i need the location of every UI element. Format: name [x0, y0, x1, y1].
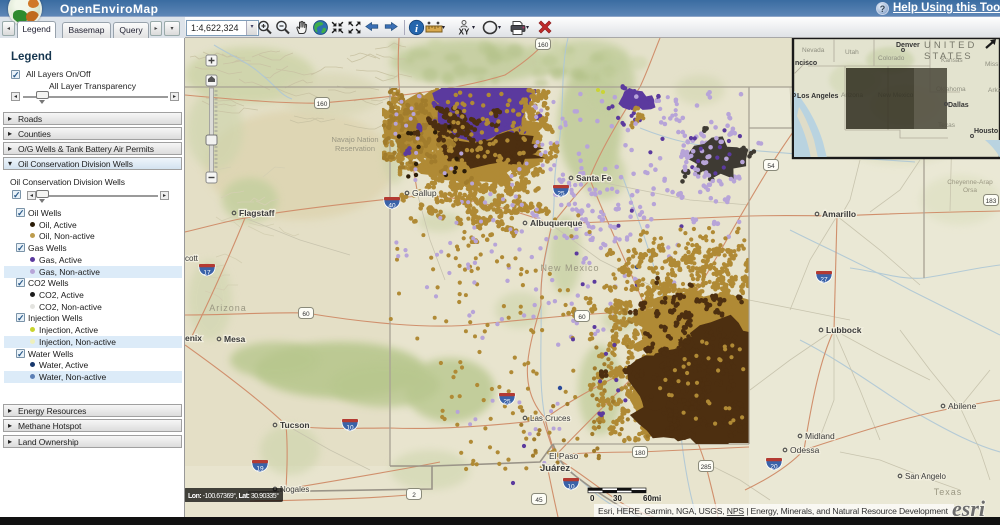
svg-text:XY: XY: [459, 28, 470, 37]
